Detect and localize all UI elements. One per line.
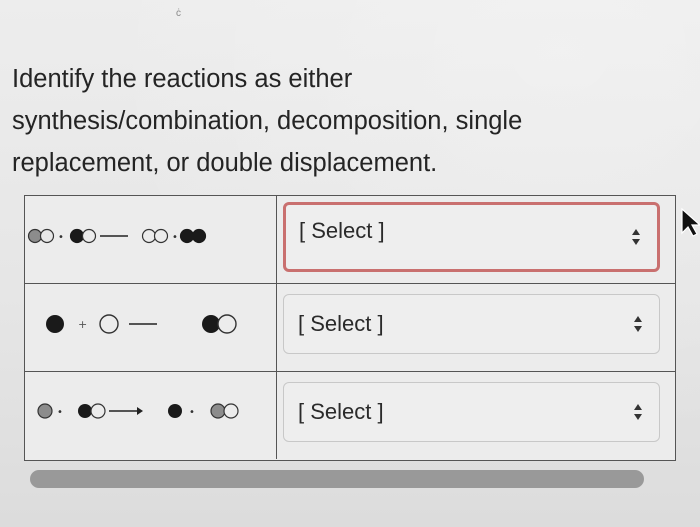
svg-text:•: • <box>57 407 63 418</box>
reaction-matching-table: • • [ Select ] + [Select] • • [Select… <box>24 195 676 461</box>
svg-text:•: • <box>189 407 195 418</box>
select-value: [ Select ] <box>298 311 384 336</box>
select-arrows-icon <box>634 404 642 420</box>
table-row: + [ Select ] <box>25 284 675 372</box>
table-row: • • [ Select ] <box>25 372 675 459</box>
synthesis-reaction-diagram: + <box>46 314 237 334</box>
select-arrows-icon <box>632 229 640 245</box>
question-line-3: replacement, or double displacement. <box>12 149 438 177</box>
horizontal-scrollbar[interactable] <box>30 470 644 488</box>
reaction-type-select[interactable]: [ Select ] <box>283 382 660 442</box>
select-value: [ Select ] <box>298 399 384 424</box>
double-displacement-reaction-diagram: • • <box>27 228 207 244</box>
reaction-cell: • • <box>25 372 277 459</box>
mouse-pointer-icon <box>681 207 700 237</box>
question-line-2: synthesis/combination, decomposition, si… <box>12 107 523 135</box>
dust-mark: ċ <box>176 8 181 19</box>
question-text: Identify the reactions as either synthes… <box>12 58 652 184</box>
reaction-cell: + <box>25 284 277 371</box>
svg-text:•: • <box>172 232 178 243</box>
question-line-1: Identify the reactions as either <box>12 65 353 93</box>
table-row: • • [ Select ] <box>25 196 675 284</box>
reaction-cell: • • <box>25 196 277 283</box>
svg-text:+: + <box>78 318 87 331</box>
reaction-type-select[interactable]: [ Select ] <box>283 202 660 272</box>
single-replacement-reaction-diagram: • • <box>37 403 239 419</box>
reaction-type-select[interactable]: [ Select ] <box>283 294 660 354</box>
select-arrows-icon <box>634 316 642 332</box>
svg-text:•: • <box>58 232 64 243</box>
select-value: [ Select ] <box>299 217 385 243</box>
